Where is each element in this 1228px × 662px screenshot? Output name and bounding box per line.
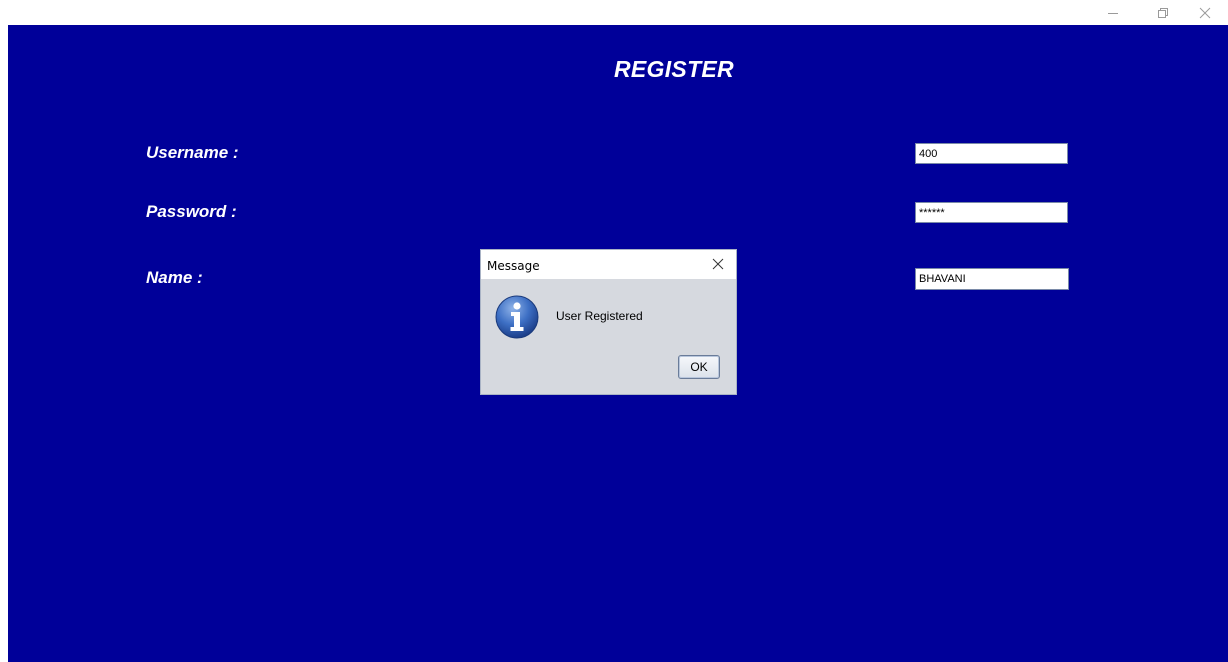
- minimize-icon: [1108, 12, 1118, 14]
- close-icon: [712, 258, 724, 270]
- close-button[interactable]: [1182, 0, 1228, 25]
- message-dialog: Message User Registered OK: [481, 250, 736, 394]
- info-icon: [495, 295, 539, 339]
- password-field[interactable]: [915, 202, 1068, 223]
- password-label: Password :: [146, 202, 237, 221]
- username-label: Username :: [146, 143, 239, 162]
- window-titlebar: [0, 0, 1228, 25]
- restore-icon: [1158, 7, 1168, 18]
- username-field[interactable]: [915, 143, 1068, 164]
- name-field[interactable]: [915, 268, 1069, 290]
- dialog-titlebar: Message: [481, 250, 736, 279]
- page-title: REGISTER: [614, 56, 734, 82]
- close-icon: [1199, 7, 1211, 18]
- name-label: Name :: [146, 268, 203, 287]
- ok-button[interactable]: OK: [678, 355, 720, 379]
- dialog-title: Message: [487, 259, 540, 273]
- dialog-close-button[interactable]: [708, 255, 728, 273]
- minimize-button[interactable]: [1090, 0, 1136, 25]
- restore-button[interactable]: [1140, 0, 1186, 25]
- dialog-message: User Registered: [556, 309, 643, 323]
